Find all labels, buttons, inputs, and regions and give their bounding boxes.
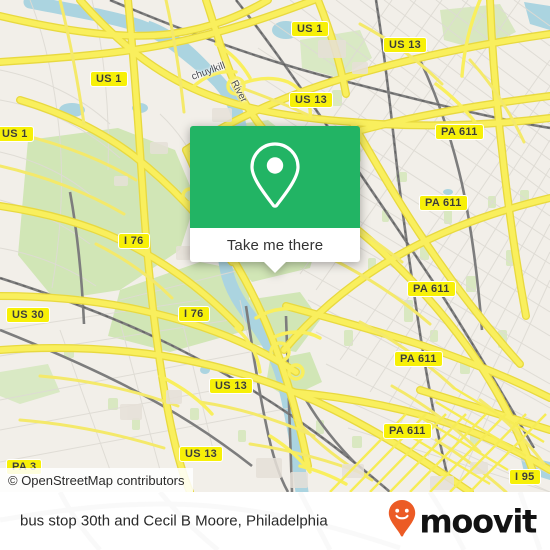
road-shield-pa611-c: PA 611 [407,281,456,297]
road-shield-us13-c: US 13 [209,378,254,394]
map-screenshot: chuylkill River US 1 US 13 US 1 US 13 PA… [0,0,550,550]
road-shield-i76-b: I 76 [178,306,210,322]
map-canvas[interactable]: chuylkill River US 1 US 13 US 1 US 13 PA… [0,0,550,492]
callout-header [190,126,360,228]
road-shield-us1-b: US 1 [90,71,128,87]
road-shield-pa611-a: PA 611 [435,124,484,140]
road-shield-us30: US 30 [6,307,51,323]
callout-action[interactable]: Take me there [190,228,360,273]
road-shield-pa611-e: PA 611 [383,423,432,439]
road-shield-pa611-d: PA 611 [394,351,443,367]
road-shield-pa611-b: PA 611 [419,195,468,211]
footer-bar: bus stop 30th and Cecil B Moore, Philade… [0,492,550,550]
location-callout-card[interactable]: Take me there [190,126,360,273]
road-shield-us13-d: US 13 [179,446,224,462]
location-title: bus stop 30th and Cecil B Moore, Philade… [20,512,328,530]
road-shield-i95: I 95 [509,469,541,485]
attribution-text: © OpenStreetMap contributors [8,472,185,488]
road-shield-us13-a: US 13 [383,37,428,53]
road-shield-us1-c: US 1 [0,126,34,142]
road-shield-i76-a: I 76 [118,233,150,249]
moovit-pin-smiley-icon [387,499,417,544]
callout-action-label: Take me there [226,236,324,254]
callout-pointer [264,262,286,273]
map-pin-icon [246,138,304,217]
map-attribution: © OpenStreetMap contributors [0,468,193,492]
moovit-wordmark: moovit [419,502,537,540]
moovit-brand[interactable]: moovit [387,499,537,544]
road-shield-us1-a: US 1 [291,21,329,37]
road-shield-us13-b: US 13 [289,92,334,108]
